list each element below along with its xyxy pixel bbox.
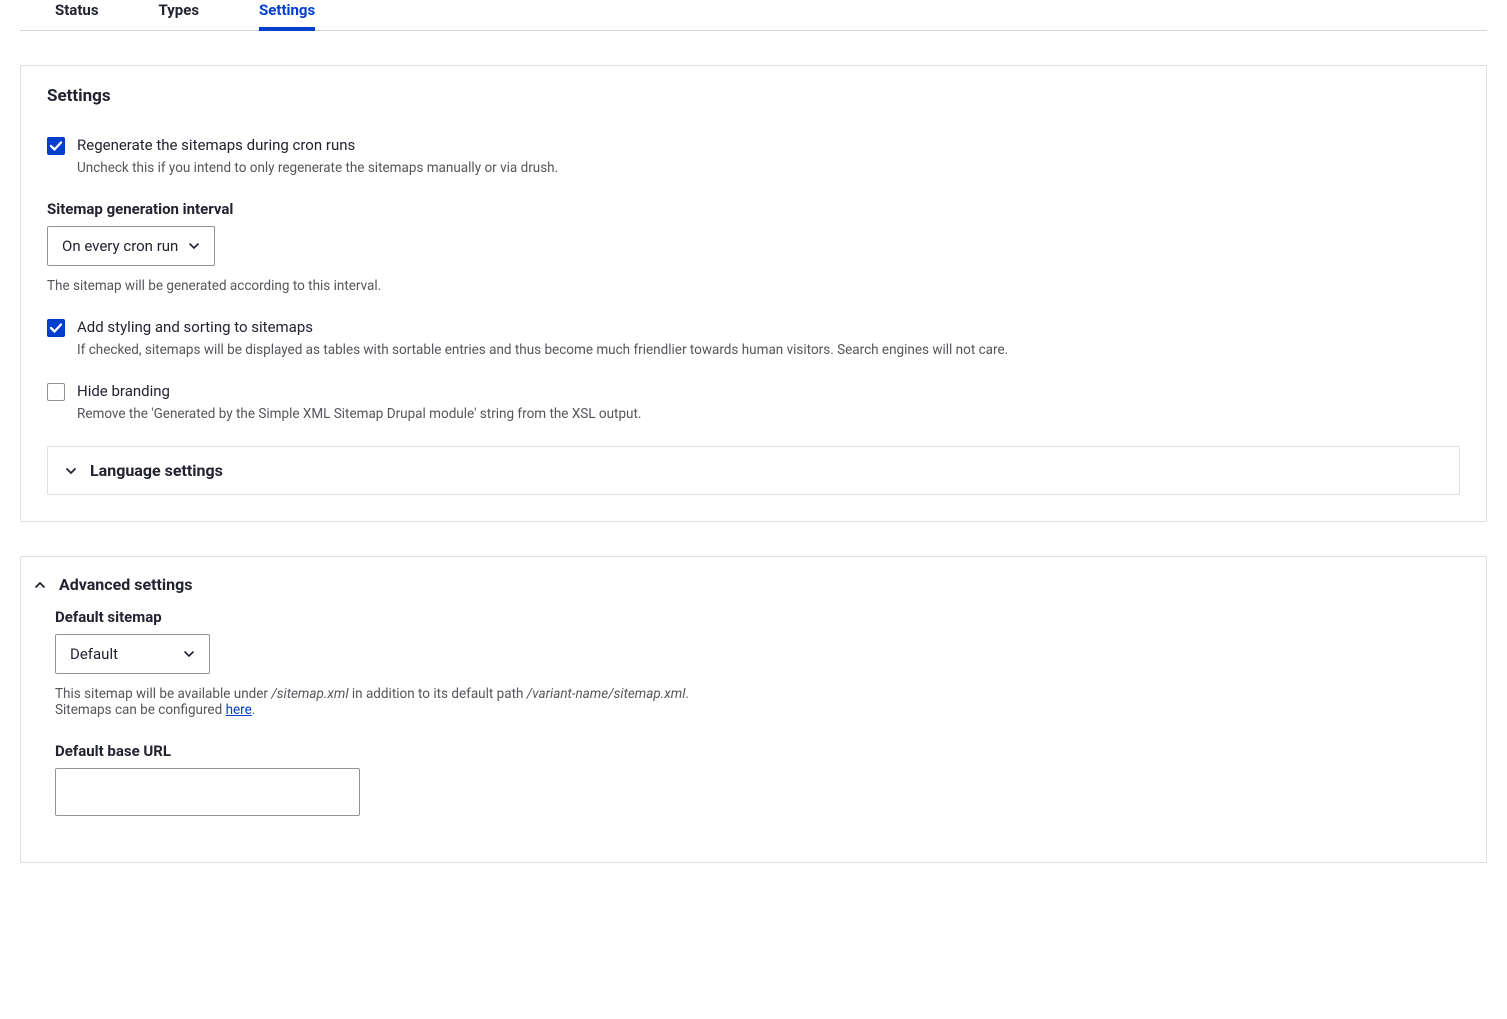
tab-settings[interactable]: Settings <box>259 1 315 31</box>
styling-checkbox[interactable] <box>47 319 65 337</box>
interval-value: On every cron run <box>62 237 178 255</box>
base-url-input[interactable] <box>55 768 360 816</box>
advanced-settings-panel: Advanced settings Default sitemap Defaul… <box>20 556 1487 863</box>
advanced-settings-toggle[interactable]: Advanced settings <box>21 557 1486 604</box>
chevron-down-icon <box>64 464 78 478</box>
hide-branding-checkbox[interactable] <box>47 383 65 401</box>
default-sitemap-select[interactable]: Default <box>55 634 210 674</box>
language-settings-label: Language settings <box>90 461 223 480</box>
default-sitemap-desc: This sitemap will be available under /si… <box>55 686 1474 718</box>
panel-title: Settings <box>47 86 1460 106</box>
base-url-label: Default base URL <box>55 742 1474 760</box>
cron-regenerate-label: Regenerate the sitemaps during cron runs <box>77 136 558 154</box>
tab-status[interactable]: Status <box>55 1 99 31</box>
cron-regenerate-desc: Uncheck this if you intend to only regen… <box>77 160 558 176</box>
interval-desc: The sitemap will be generated according … <box>47 278 1460 294</box>
tabs-nav: Status Types Settings <box>20 0 1487 31</box>
chevron-down-icon <box>188 240 200 252</box>
advanced-settings-label: Advanced settings <box>59 575 192 594</box>
styling-label: Add styling and sorting to sitemaps <box>77 318 1008 336</box>
language-settings-toggle[interactable]: Language settings <box>48 447 1459 494</box>
configure-here-link[interactable]: here <box>226 702 252 718</box>
tab-types[interactable]: Types <box>159 1 200 31</box>
interval-label: Sitemap generation interval <box>47 200 1460 218</box>
chevron-up-icon <box>33 578 47 592</box>
styling-desc: If checked, sitemaps will be displayed a… <box>77 342 1008 358</box>
hide-branding-label: Hide branding <box>77 382 641 400</box>
language-settings-details: Language settings <box>47 446 1460 495</box>
interval-select[interactable]: On every cron run <box>47 226 215 266</box>
cron-regenerate-checkbox[interactable] <box>47 137 65 155</box>
chevron-down-icon <box>183 648 195 660</box>
default-sitemap-label: Default sitemap <box>55 608 1474 626</box>
default-sitemap-value: Default <box>70 645 118 663</box>
hide-branding-desc: Remove the 'Generated by the Simple XML … <box>77 406 641 422</box>
settings-panel: Settings Regenerate the sitemaps during … <box>20 65 1487 522</box>
